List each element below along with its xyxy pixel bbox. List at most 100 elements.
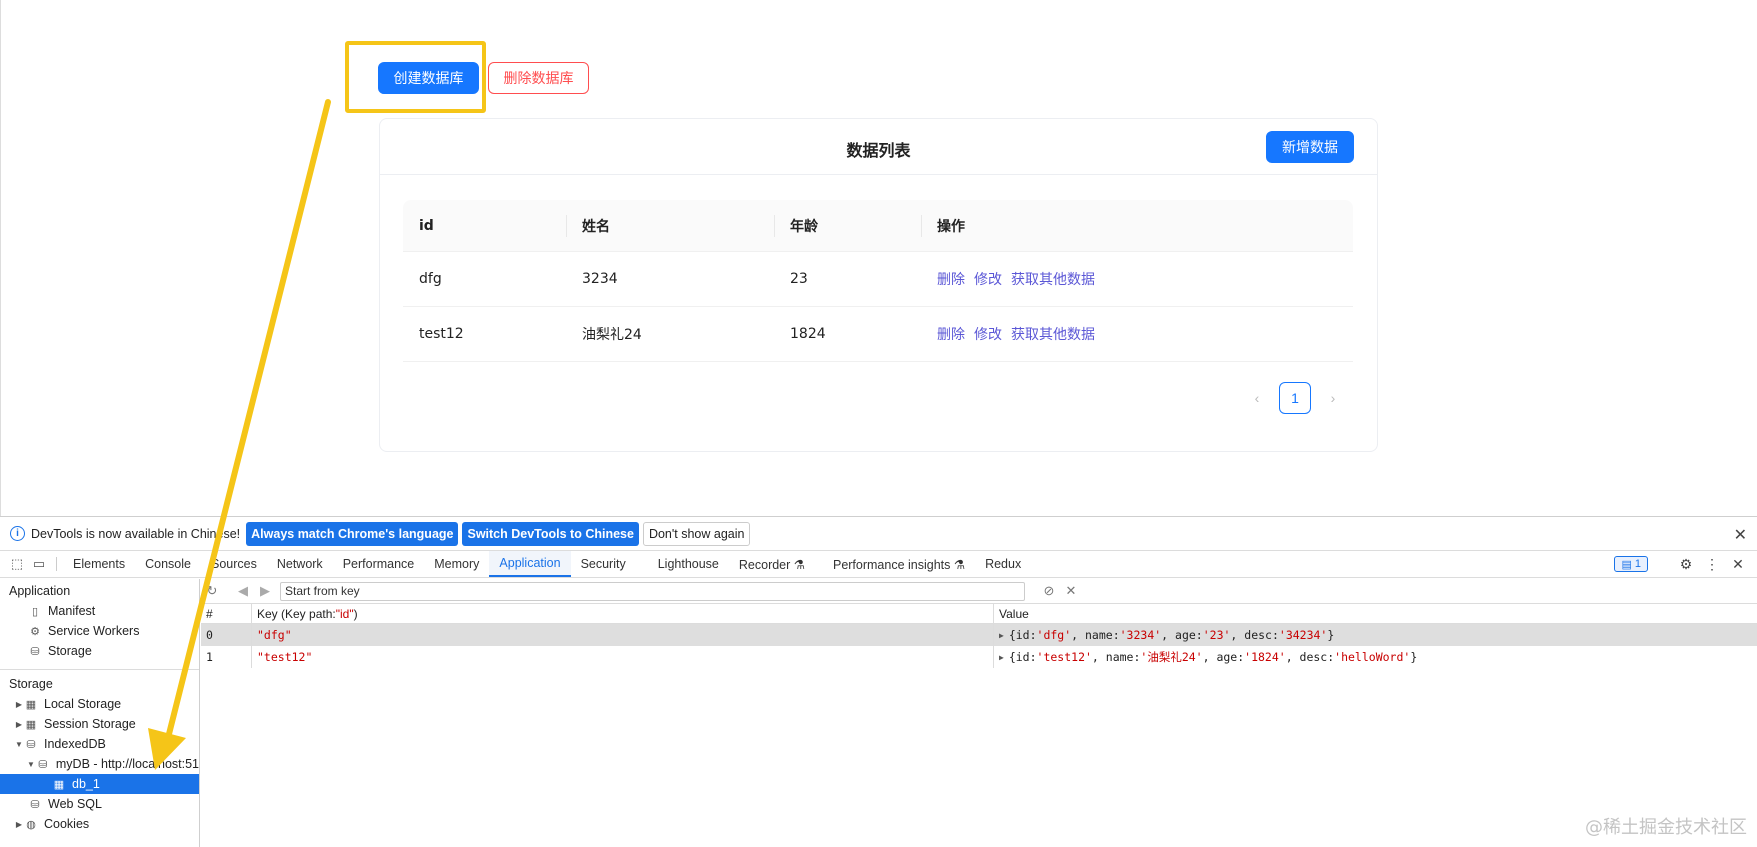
value-age: '23' bbox=[1202, 628, 1231, 642]
sidebar-item-session-storage[interactable]: ▶ ▦ Session Storage bbox=[0, 714, 199, 734]
value-desc: '34234' bbox=[1278, 628, 1328, 642]
header-key-suffix: ) bbox=[353, 606, 358, 621]
cell-actions: 删除 修改 获取其他数据 bbox=[921, 252, 1353, 306]
row-index: 1 bbox=[201, 646, 252, 668]
delete-link[interactable]: 删除 bbox=[937, 324, 965, 344]
tab-console[interactable]: Console bbox=[135, 551, 201, 577]
value-age: '1824' bbox=[1244, 650, 1286, 664]
message-icon: ▤ bbox=[1621, 558, 1632, 571]
value-name: '油梨礼24' bbox=[1140, 650, 1203, 664]
header-key-prefix: Key (Key path: bbox=[257, 606, 336, 621]
sidebar-item-local-storage[interactable]: ▶ ▦ Local Storage bbox=[0, 694, 199, 714]
value-id: 'dfg' bbox=[1036, 628, 1072, 642]
tab-performance-insights[interactable]: Performance insights ⚗ bbox=[823, 551, 975, 577]
prev-page-icon[interactable]: ‹ bbox=[1241, 382, 1273, 414]
always-match-language-button[interactable]: Always match Chrome's language bbox=[246, 521, 459, 546]
language-infobar: i DevTools is now available in Chinese! … bbox=[0, 517, 1757, 551]
inspect-element-icon[interactable]: ⬚ bbox=[6, 551, 28, 577]
sidebar-item-indexeddb[interactable]: ▼ ⛁ IndexedDB bbox=[0, 734, 199, 754]
pagination: ‹ 1 › bbox=[1241, 382, 1349, 414]
collapse-arrow-icon[interactable]: ▼ bbox=[26, 760, 36, 769]
sidebar-item-mydb[interactable]: ▼ ⛁ myDB - http://localhost:51 bbox=[0, 754, 199, 774]
card-title: 数据列表 bbox=[846, 141, 911, 160]
dont-show-again-button[interactable]: Don't show again bbox=[642, 521, 751, 546]
table-icon: ▦ bbox=[25, 698, 37, 711]
sidebar-item-label: db_1 bbox=[72, 777, 100, 791]
collapse-arrow-icon[interactable]: ▼ bbox=[14, 740, 24, 749]
tab-performance[interactable]: Performance bbox=[333, 551, 425, 577]
divider bbox=[0, 669, 199, 670]
refresh-icon[interactable]: ↻ bbox=[201, 583, 223, 599]
expand-arrow-icon[interactable]: ▶ bbox=[999, 631, 1004, 640]
header-key-path: "id" bbox=[335, 606, 354, 621]
previous-page-icon[interactable]: ◀ bbox=[232, 583, 254, 599]
sidebar-item-web-sql[interactable]: ⛁ Web SQL bbox=[0, 794, 199, 814]
close-icon[interactable]: ✕ bbox=[1734, 525, 1747, 545]
tab-elements[interactable]: Elements bbox=[63, 551, 135, 577]
cell-id: test12 bbox=[419, 326, 464, 342]
sidebar-item-label: Manifest bbox=[48, 604, 96, 618]
infobar-message: DevTools is now available in Chinese! bbox=[31, 526, 241, 541]
gear-icon: ⚙ bbox=[30, 625, 40, 638]
tabbar-right-tools: ▤ 1 ⚙ ⋮ ✕ bbox=[1614, 551, 1757, 577]
next-page-icon[interactable]: ▶ bbox=[254, 583, 276, 599]
sidebar-item-label: myDB - http://localhost:51 bbox=[55, 757, 199, 771]
value-id: 'test12' bbox=[1036, 650, 1092, 664]
cell-age: 1824 bbox=[790, 326, 826, 342]
issues-badge[interactable]: ▤ 1 bbox=[1614, 556, 1648, 572]
tab-security[interactable]: Security bbox=[571, 551, 636, 577]
delete-link[interactable]: 删除 bbox=[937, 269, 965, 289]
switch-to-chinese-button[interactable]: Switch DevTools to Chinese bbox=[462, 521, 639, 546]
tab-network[interactable]: Network bbox=[267, 551, 333, 577]
tab-application[interactable]: Application bbox=[489, 551, 571, 577]
message-count: 1 bbox=[1634, 558, 1641, 570]
row-value: ▶ {id: 'test12' , name: '油梨礼24' , age: '… bbox=[999, 650, 1418, 664]
device-toolbar-icon[interactable]: ▭ bbox=[28, 551, 50, 577]
fetch-other-data-link[interactable]: 获取其他数据 bbox=[1011, 269, 1095, 289]
expand-arrow-icon[interactable]: ▶ bbox=[14, 720, 24, 729]
sidebar-item-service-workers[interactable]: ⚙ Service Workers bbox=[0, 621, 199, 641]
header-value: Value bbox=[999, 606, 1029, 621]
expand-arrow-icon[interactable]: ▶ bbox=[999, 653, 1004, 662]
row-value: ▶ {id: 'dfg' , name: '3234' , age: '23' … bbox=[999, 628, 1335, 642]
create-database-button[interactable]: 创建数据库 bbox=[378, 62, 479, 94]
application-sidebar: Application ▯ Manifest ⚙ Service Workers… bbox=[0, 579, 200, 847]
table-row[interactable]: 1 "test12" ▶ {id: 'test12' , name: '油梨礼2… bbox=[201, 646, 1757, 668]
edit-link[interactable]: 修改 bbox=[974, 324, 1002, 344]
clear-object-store-icon[interactable]: ⊘ bbox=[1038, 583, 1060, 599]
delete-database-button[interactable]: 删除数据库 bbox=[488, 62, 589, 94]
cell-id: dfg bbox=[419, 271, 442, 287]
edit-link[interactable]: 修改 bbox=[974, 269, 1002, 289]
cell-name: 3234 bbox=[582, 271, 618, 287]
tab-recorder[interactable]: Recorder ⚗ bbox=[729, 551, 815, 577]
tab-lighthouse[interactable]: Lighthouse bbox=[648, 551, 729, 577]
more-options-icon[interactable]: ⋮ bbox=[1703, 556, 1721, 573]
table-header: id 姓名 年龄 操作 bbox=[403, 200, 1353, 252]
sidebar-item-storage[interactable]: ⛁ Storage bbox=[0, 641, 199, 661]
fetch-other-data-link[interactable]: 获取其他数据 bbox=[1011, 324, 1095, 344]
header-actions: 操作 bbox=[937, 218, 965, 235]
delete-selected-icon[interactable]: ✕ bbox=[1060, 583, 1082, 599]
start-from-key-input[interactable] bbox=[280, 581, 1025, 601]
sidebar-item-label: Local Storage bbox=[44, 697, 122, 711]
add-data-button[interactable]: 新增数据 bbox=[1266, 131, 1354, 163]
row-index: 0 bbox=[201, 624, 252, 646]
table-row[interactable]: 0 "dfg" ▶ {id: 'dfg' , name: '3234' , ag… bbox=[201, 624, 1757, 646]
page-item-current[interactable]: 1 bbox=[1279, 382, 1311, 414]
sidebar-item-cookies[interactable]: ▶ ◍ Cookies bbox=[0, 814, 199, 834]
sidebar-item-db1[interactable]: ▦ db_1 bbox=[0, 774, 199, 794]
row-key: "test12" bbox=[252, 646, 994, 668]
close-devtools-icon[interactable]: ✕ bbox=[1729, 556, 1747, 573]
expand-arrow-icon[interactable]: ▶ bbox=[14, 700, 24, 709]
tab-memory[interactable]: Memory bbox=[424, 551, 489, 577]
tab-redux[interactable]: Redux bbox=[975, 551, 1031, 577]
header-id: id bbox=[419, 217, 434, 234]
tab-sources[interactable]: Sources bbox=[201, 551, 267, 577]
gear-icon[interactable]: ⚙ bbox=[1677, 556, 1695, 573]
expand-arrow-icon[interactable]: ▶ bbox=[14, 820, 24, 829]
sidebar-item-label: Session Storage bbox=[44, 717, 136, 731]
sidebar-item-manifest[interactable]: ▯ Manifest bbox=[0, 601, 199, 621]
value-desc: 'helloWord' bbox=[1334, 650, 1411, 664]
next-page-icon[interactable]: › bbox=[1317, 382, 1349, 414]
sidebar-item-label: Cookies bbox=[44, 817, 90, 831]
